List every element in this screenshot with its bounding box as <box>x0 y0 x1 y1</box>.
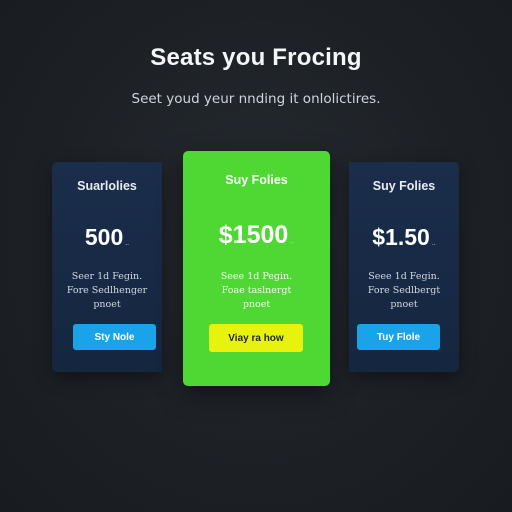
plan-description: Seee 1d Pegin. Foae taslnergt pnoet <box>183 270 330 312</box>
pricing-card-featured: Suy Folies $1500.. Seee 1d Pegin. Foae t… <box>183 151 330 386</box>
plan-description: Seee 1d Fegin. Fore Sedlbergt pnoet <box>349 270 459 312</box>
plan-price-suffix: .. <box>125 240 130 247</box>
plan-price-wrapper: 500.. <box>52 224 162 251</box>
plan-description-line: Seer 1d Fegin. <box>71 271 143 282</box>
plan-featured-cta-button[interactable]: Viay ra how <box>209 324 303 352</box>
plan-premium-cta-button[interactable]: Tuy Flole <box>357 324 440 350</box>
plan-name: Suy Folies <box>372 179 436 193</box>
plan-price-suffix: .. <box>431 240 436 247</box>
pricing-card-premium: Suy Folies $1.50.. Seee 1d Fegin. Fore S… <box>349 162 459 372</box>
plan-price: $1.50 <box>372 224 430 250</box>
plan-description-line: Seee 1d Fegin. <box>368 271 440 282</box>
plan-description-line: pnoet <box>242 299 271 310</box>
plan-description-line: Fore Sedlhenger <box>66 285 148 296</box>
plan-price-wrapper: $1500.. <box>183 221 330 250</box>
plan-price: 500 <box>84 224 124 250</box>
page-title: Seats you Frocing <box>150 44 362 71</box>
plan-basic-cta-button[interactable]: Sty Nole <box>73 324 156 350</box>
plan-price-suffix: .. <box>290 238 295 245</box>
plan-price: $1500 <box>218 221 289 249</box>
plan-description-line: pnoet <box>390 299 418 310</box>
plan-description-line: Fore Sedlbergt <box>367 285 441 296</box>
pricing-card-basic: Suarlolies 500.. Seer 1d Fegin. Fore Sed… <box>52 162 162 372</box>
plan-description-line: Foae taslnergt <box>221 285 292 296</box>
plan-description-line: Seee 1d Pegin. <box>220 271 293 282</box>
plan-price-wrapper: $1.50.. <box>349 224 459 251</box>
plan-description-line: pnoet <box>93 299 121 310</box>
plan-name: Suy Folies <box>225 173 288 187</box>
page-subtitle: Seet youd yeur nnding it onlolictires. <box>131 91 381 107</box>
plan-name: Suarlolies <box>77 179 137 193</box>
plan-description: Seer 1d Fegin. Fore Sedlhenger pnoet <box>52 270 162 312</box>
